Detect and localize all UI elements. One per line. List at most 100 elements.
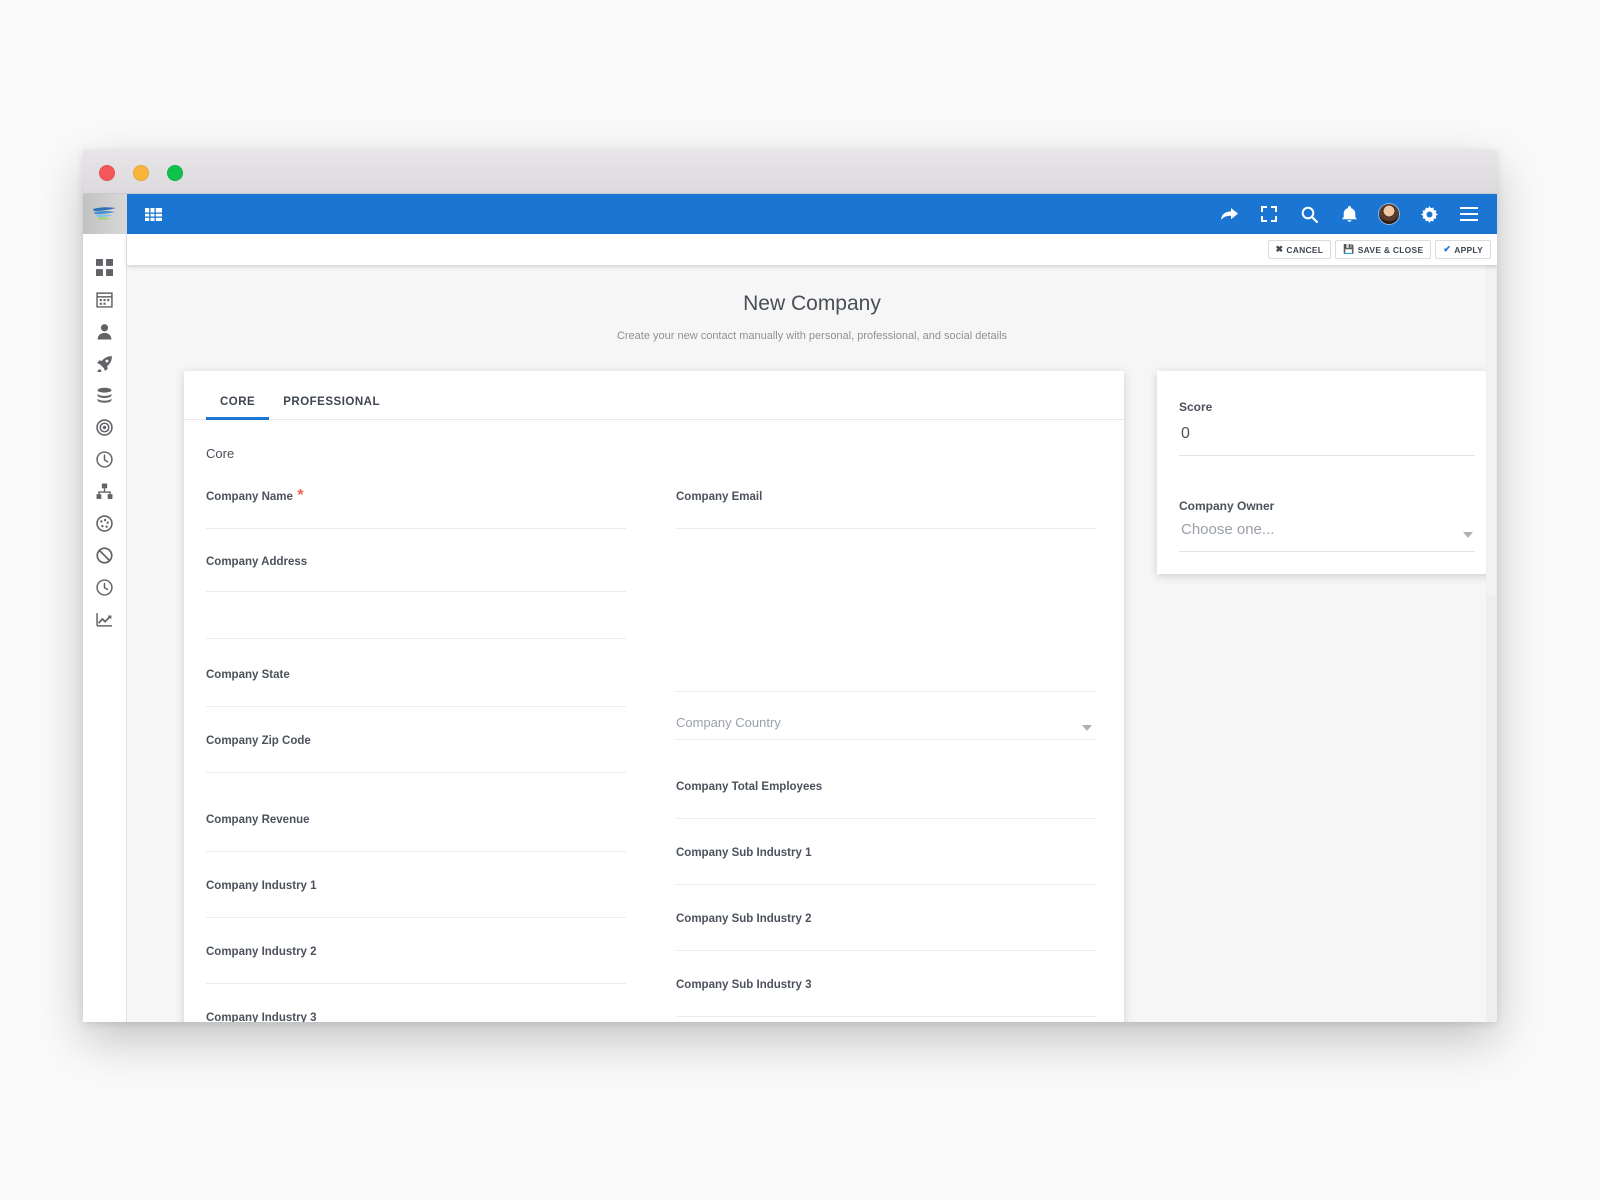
page-subtitle: Create your new contact manually with pe…: [616, 330, 1008, 342]
sidebar-item-calendar[interactable]: [89, 288, 121, 311]
field-company-address[interactable]: Company Address: [206, 552, 626, 592]
top-app-bar: [127, 194, 1497, 234]
gear-icon: [1420, 205, 1438, 223]
save-disk-icon: 💾: [1343, 244, 1355, 254]
search-icon: [1301, 206, 1318, 223]
hamburger-icon: [1460, 207, 1478, 221]
gauge-icon: [96, 515, 113, 532]
notifications-button[interactable]: [1339, 204, 1359, 224]
page-root: ✖ CANCEL 💾 SAVE & CLOSE ✔ APPLY New Comp…: [0, 0, 1600, 1200]
window-titlebar: [83, 150, 1497, 194]
form-column-left: Company Name * Company Address Company S…: [184, 461, 654, 1022]
grid-menu-icon: [144, 207, 162, 221]
avatar[interactable]: [1379, 204, 1399, 224]
rocket-icon: [97, 356, 112, 372]
field-company-revenue[interactable]: Company Revenue: [206, 810, 626, 852]
section-title: Core: [206, 446, 235, 461]
apply-button[interactable]: ✔ APPLY: [1435, 240, 1491, 259]
menu-button[interactable]: [1459, 204, 1479, 224]
sidebar-item-data[interactable]: [89, 384, 121, 407]
form-tabs: CORE PROFESSIONAL: [184, 371, 1124, 420]
cancel-label: CANCEL: [1286, 244, 1324, 255]
field-company-sub-industry-1[interactable]: Company Sub Industry 1: [676, 843, 1096, 885]
field-company-email[interactable]: Company Email: [676, 487, 1096, 529]
field-label: Company Industry 3: [206, 1012, 317, 1022]
company-owner-placeholder: Choose one...: [1181, 521, 1275, 538]
target-icon: [96, 419, 113, 436]
sidebar-item-dashboard[interactable]: [89, 256, 121, 279]
field-company-sub-industry-2[interactable]: Company Sub Industry 2: [676, 909, 1096, 951]
form-column-right: Company Email Company Country Company To…: [654, 461, 1124, 1022]
scrollbar-thumb[interactable]: [1487, 267, 1496, 597]
save-and-close-button[interactable]: 💾 SAVE & CLOSE: [1335, 240, 1432, 259]
browser-window: ✖ CANCEL 💾 SAVE & CLOSE ✔ APPLY New Comp…: [83, 150, 1497, 1022]
sidebar-item-tasks[interactable]: [89, 448, 121, 471]
content-area: New Company Create your new contact manu…: [127, 265, 1497, 1022]
tab-professional[interactable]: PROFESSIONAL: [269, 396, 394, 419]
settings-button[interactable]: [1419, 204, 1439, 224]
sidebar-item-reports[interactable]: [89, 608, 121, 631]
field-company-country[interactable]: Company Country: [676, 692, 1096, 740]
field-company-sub-industry-3[interactable]: Company Sub Industry 3: [676, 975, 1096, 1017]
sidebar-item-history[interactable]: [89, 576, 121, 599]
minimize-window-button[interactable]: [133, 165, 149, 181]
save-and-close-label: SAVE & CLOSE: [1357, 244, 1424, 255]
company-owner-select[interactable]: Choose one...: [1179, 513, 1475, 551]
field-label: Company Email: [676, 491, 763, 503]
share-button[interactable]: [1219, 204, 1239, 224]
bell-icon: [1341, 205, 1357, 222]
field-label: Company Industry 1: [206, 880, 317, 892]
apply-label: APPLY: [1454, 244, 1483, 255]
calendar-icon: [96, 292, 113, 308]
field-company-industry-2[interactable]: Company Industry 2: [206, 942, 626, 984]
share-arrow-icon: [1220, 208, 1238, 220]
search-button[interactable]: [1299, 204, 1319, 224]
score-panel-card: Score 0 Company Owner Choose one...: [1157, 371, 1497, 574]
score-value[interactable]: 0: [1179, 414, 1475, 455]
action-toolbar: ✖ CANCEL 💾 SAVE & CLOSE ✔ APPLY: [127, 234, 1497, 265]
field-company-name[interactable]: Company Name *: [206, 487, 626, 529]
dashboard-grid-icon: [96, 259, 113, 276]
tab-core[interactable]: CORE: [206, 396, 270, 420]
clock-icon: [96, 451, 113, 468]
app-logo[interactable]: [83, 194, 127, 234]
field-company-industry-1[interactable]: Company Industry 1: [206, 876, 626, 918]
field-company-industry-3[interactable]: Company Industry 3: [206, 1008, 626, 1022]
score-label: Score: [1179, 400, 1213, 414]
history-clock-icon: [96, 579, 113, 596]
field-label: Company Name: [206, 491, 293, 503]
company-form-card: CORE PROFESSIONAL Core Company Name * Co…: [184, 371, 1124, 1022]
field-company-state[interactable]: Company State: [206, 665, 626, 707]
sidebar-item-analytics[interactable]: [89, 512, 121, 535]
left-sidebar: [83, 194, 127, 1022]
apps-grid-button[interactable]: [143, 204, 163, 224]
close-window-button[interactable]: [99, 165, 115, 181]
chevron-down-icon: [1463, 532, 1473, 538]
sidebar-item-suppression[interactable]: [89, 544, 121, 567]
field-label: Company Sub Industry 1: [676, 847, 812, 859]
main-column: ✖ CANCEL 💾 SAVE & CLOSE ✔ APPLY New Comp…: [127, 194, 1497, 1022]
field-company-email-spacer[interactable]: [676, 529, 1096, 692]
maximize-window-button[interactable]: [167, 165, 183, 181]
cancel-icon: ✖: [1275, 244, 1284, 254]
field-placeholder: Company Country: [676, 715, 781, 730]
check-icon: ✔: [1443, 244, 1452, 254]
cards-row: CORE PROFESSIONAL Core Company Name * Co…: [127, 342, 1497, 1022]
sidebar-item-contacts[interactable]: [89, 320, 121, 343]
field-company-total-employees[interactable]: Company Total Employees: [676, 777, 1096, 819]
field-company-zip-code[interactable]: Company Zip Code: [206, 731, 626, 773]
fullscreen-button[interactable]: [1259, 204, 1279, 224]
top-bar-left: [143, 204, 163, 224]
sidebar-item-targets[interactable]: [89, 416, 121, 439]
field-company-address-line2[interactable]: [206, 592, 626, 639]
ban-icon: [96, 547, 113, 564]
score-gap: [1179, 456, 1475, 499]
cancel-button[interactable]: ✖ CANCEL: [1267, 240, 1332, 259]
required-marker: *: [292, 487, 304, 504]
vertical-scrollbar[interactable]: [1486, 265, 1497, 1022]
chevron-down-icon: [1082, 725, 1092, 731]
sidebar-item-campaigns[interactable]: [89, 352, 121, 375]
sidebar-item-workflow[interactable]: [89, 480, 121, 503]
field-label: Company Total Employees: [676, 781, 823, 793]
field-label: Company Revenue: [206, 814, 310, 826]
